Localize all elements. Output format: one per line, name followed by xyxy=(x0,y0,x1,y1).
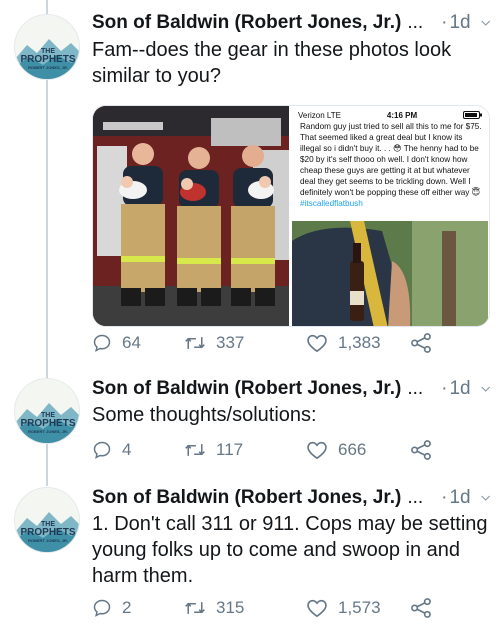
separator-dot: · xyxy=(441,487,448,508)
avatar[interactable]: THE PROPHETS ROBERT JONES, JR. xyxy=(14,487,80,553)
avatar-text: ROBERT JONES, JR. xyxy=(28,429,68,434)
share-button[interactable] xyxy=(410,598,442,618)
share-icon xyxy=(411,598,431,618)
retweet-count: 117 xyxy=(216,440,244,459)
avatar-text: PROPHETS xyxy=(20,527,75,538)
tweet-text: Some thoughts/solutions: xyxy=(92,404,317,426)
tweet-actions: 4 117 666 xyxy=(92,437,480,463)
tweet-text: 1. Don't call 311 or 911. Cops may be se… xyxy=(92,513,488,587)
reply-count: 2 xyxy=(122,598,132,617)
tweet-actions: 64 337 1,383 xyxy=(92,330,480,356)
separator-dot: · xyxy=(441,378,448,399)
screenshot-hashtag: #itscalledflatbush xyxy=(300,199,363,208)
author-name[interactable]: Son of Baldwin (Robert Jones, Jr.) xyxy=(92,378,401,400)
separator-dot: · xyxy=(441,12,448,33)
retweet-icon xyxy=(185,444,205,456)
share-button[interactable] xyxy=(410,333,442,353)
retweet-button[interactable]: 117 xyxy=(184,440,292,460)
screenshot-caption: Random guy just tried to sell all this t… xyxy=(300,121,483,209)
like-button[interactable]: 1,383 xyxy=(306,333,410,353)
author-name[interactable]: Son of Baldwin (Robert Jones, Jr.) xyxy=(92,487,401,509)
avatar[interactable]: THE PROPHETS ROBERT JONES, JR. xyxy=(14,14,80,80)
reply-count: 64 xyxy=(122,333,141,352)
avatar[interactable]: THE PROPHETS ROBERT JONES, JR. xyxy=(14,378,80,444)
chevron-down-icon[interactable] xyxy=(480,384,490,394)
avatar-text: ROBERT JONES, JR. xyxy=(28,65,68,70)
timestamp[interactable]: 1d xyxy=(449,487,470,509)
avatar-text: ROBERT JONES, JR. xyxy=(28,538,68,543)
photo-firefighters[interactable] xyxy=(93,106,289,326)
tweet[interactable]: THE PROPHETS ROBERT JONES, JR. Son of Ba… xyxy=(0,10,500,365)
chevron-down-icon[interactable] xyxy=(480,18,490,28)
timestamp[interactable]: 1d xyxy=(449,12,470,34)
phone-status-bar: Verizon LTE 4:16 PM xyxy=(298,109,483,121)
name-ellipsis: ... xyxy=(407,12,424,33)
name-ellipsis: ... xyxy=(407,487,424,508)
retweet-icon xyxy=(185,337,205,349)
retweet-count: 337 xyxy=(216,333,245,352)
clock-label: 4:16 PM xyxy=(386,110,418,120)
tweet[interactable]: THE PROPHETS ROBERT JONES, JR. Son of Ba… xyxy=(0,376,500,478)
photo-screenshot[interactable]: Verizon LTE 4:16 PM Random guy just trie… xyxy=(292,106,489,326)
reply-count: 4 xyxy=(122,440,132,459)
tweet[interactable]: THE PROPHETS ROBERT JONES, JR. Son of Ba… xyxy=(0,485,500,635)
reply-icon xyxy=(93,441,111,459)
reply-icon xyxy=(93,334,111,352)
like-count: 1,573 xyxy=(338,598,381,617)
like-count: 666 xyxy=(338,440,367,459)
tweet-text: Fam--does the gear in these photos look … xyxy=(92,39,452,87)
avatar-text: PROPHETS xyxy=(20,418,75,429)
carrier-label: Verizon LTE xyxy=(298,110,341,120)
share-button[interactable] xyxy=(410,440,442,460)
chevron-down-icon[interactable] xyxy=(480,493,490,503)
share-icon xyxy=(411,440,431,460)
author-name[interactable]: Son of Baldwin (Robert Jones, Jr.) xyxy=(92,12,401,34)
photo-bottle xyxy=(292,221,489,326)
timestamp[interactable]: 1d xyxy=(449,378,470,400)
retweet-button[interactable]: 337 xyxy=(184,333,292,353)
tweet-header: Son of Baldwin (Robert Jones, Jr.) ... ·… xyxy=(92,10,490,36)
share-icon xyxy=(411,333,431,353)
like-button[interactable]: 1,573 xyxy=(306,598,410,618)
reply-button[interactable]: 2 xyxy=(92,598,178,618)
screenshot-text: Random guy just tried to sell all this t… xyxy=(300,122,482,197)
retweet-count: 315 xyxy=(216,598,245,617)
battery-icon xyxy=(463,111,482,119)
retweet-button[interactable]: 315 xyxy=(184,598,292,618)
heart-icon xyxy=(307,441,327,460)
retweet-icon xyxy=(185,602,205,614)
reply-icon xyxy=(93,599,111,617)
avatar-text: PROPHETS xyxy=(20,54,75,65)
reply-button[interactable]: 4 xyxy=(92,440,178,460)
heart-icon xyxy=(307,334,327,353)
like-count: 1,383 xyxy=(338,333,381,352)
tweet-actions: 2 315 1,573 xyxy=(92,595,480,621)
tweet-header: Son of Baldwin (Robert Jones, Jr.) ... ·… xyxy=(92,376,490,402)
tweet-header: Son of Baldwin (Robert Jones, Jr.) ... ·… xyxy=(92,485,490,511)
name-ellipsis: ... xyxy=(407,378,424,399)
reply-button[interactable]: 64 xyxy=(92,333,178,353)
heart-icon xyxy=(307,599,327,618)
like-button[interactable]: 666 xyxy=(306,440,410,460)
tweet-media[interactable]: Verizon LTE 4:16 PM Random guy just trie… xyxy=(92,105,490,327)
